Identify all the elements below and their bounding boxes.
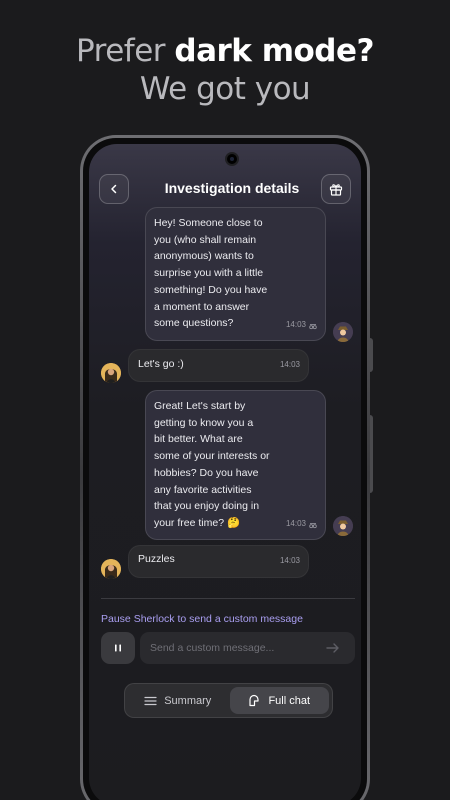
chat-message-user: Let's go :) 14:03 <box>128 349 309 382</box>
chat-message-bot: Hey! Someone close to you (who shall rem… <box>145 207 326 341</box>
summary-toggle-button[interactable]: Summary <box>128 687 228 714</box>
message-line: Great! Let's start by <box>154 400 246 412</box>
summary-label: Summary <box>164 694 212 707</box>
message-line: Hey! Someone close to <box>154 217 263 229</box>
message-line: a moment to answer <box>154 300 250 313</box>
back-button[interactable] <box>99 174 129 204</box>
message-line: anonymous) wants to <box>154 250 254 263</box>
promo-line2: We got you <box>139 71 311 107</box>
message-line: you (who shall remain <box>154 233 257 246</box>
front-camera <box>225 152 239 166</box>
detective-avatar-icon <box>333 516 353 536</box>
chevron-left-icon <box>111 184 117 194</box>
gift-icon <box>329 184 343 196</box>
page-title: Investigation details <box>164 180 300 196</box>
user-avatar <box>101 363 121 383</box>
message-line: hobbies? Do you have <box>154 466 259 479</box>
gift-button[interactable] <box>321 174 351 204</box>
message-timestamp: 14:03 <box>286 516 317 533</box>
message-text: Let's go :) <box>138 358 184 370</box>
message-timestamp: 14:03 <box>279 360 300 370</box>
promo-line1-bold: dark mode? <box>174 33 374 69</box>
sherlock-avatar <box>333 322 353 342</box>
detective-icon <box>309 522 317 528</box>
detective-avatar-icon <box>333 322 353 342</box>
send-button[interactable] <box>320 637 346 659</box>
menu-lines-icon <box>144 696 157 705</box>
arrow-right-icon <box>326 643 339 653</box>
message-timestamp: 14:03 <box>279 556 300 566</box>
chat-message-user: Puzzles 14:03 <box>128 545 309 578</box>
phone-frame: Investigation details Hey! Someone close… <box>80 135 370 800</box>
view-toggle: Summary Full chat <box>124 683 333 718</box>
user-photo-icon <box>101 559 121 579</box>
chat-message-bot: Great! Let's start by getting to know yo… <box>145 390 326 540</box>
pause-icon <box>115 644 121 652</box>
detective-icon <box>309 323 317 329</box>
message-text: Puzzles <box>138 553 175 565</box>
message-line: bit better. What are <box>154 433 243 446</box>
user-avatar <box>101 559 121 579</box>
composer-divider <box>101 598 355 599</box>
user-photo-icon <box>101 363 121 383</box>
app-screen: Investigation details Hey! Someone close… <box>89 144 361 800</box>
pause-button[interactable] <box>101 632 135 664</box>
chat-bubble-icon <box>249 694 260 707</box>
promo-line1-prefix: Prefer <box>76 33 166 69</box>
message-line: that you enjoy doing in <box>154 500 260 513</box>
pause-hint-link[interactable]: Pause Sherlock to send a custom message <box>101 613 303 625</box>
message-timestamp: 14:03 <box>286 317 317 334</box>
full-chat-label: Full chat <box>268 694 311 707</box>
message-line: some of your interests or <box>154 450 270 463</box>
message-line: any favorite activities <box>154 483 252 496</box>
promo-headline: Prefer dark mode? We got you <box>0 32 450 108</box>
full-chat-toggle-button[interactable]: Full chat <box>229 687 329 714</box>
message-line: getting to know you a <box>154 416 254 429</box>
message-line: something! Do you have <box>154 283 268 296</box>
message-line: surprise you with a little <box>154 267 264 280</box>
sherlock-avatar <box>333 516 353 536</box>
